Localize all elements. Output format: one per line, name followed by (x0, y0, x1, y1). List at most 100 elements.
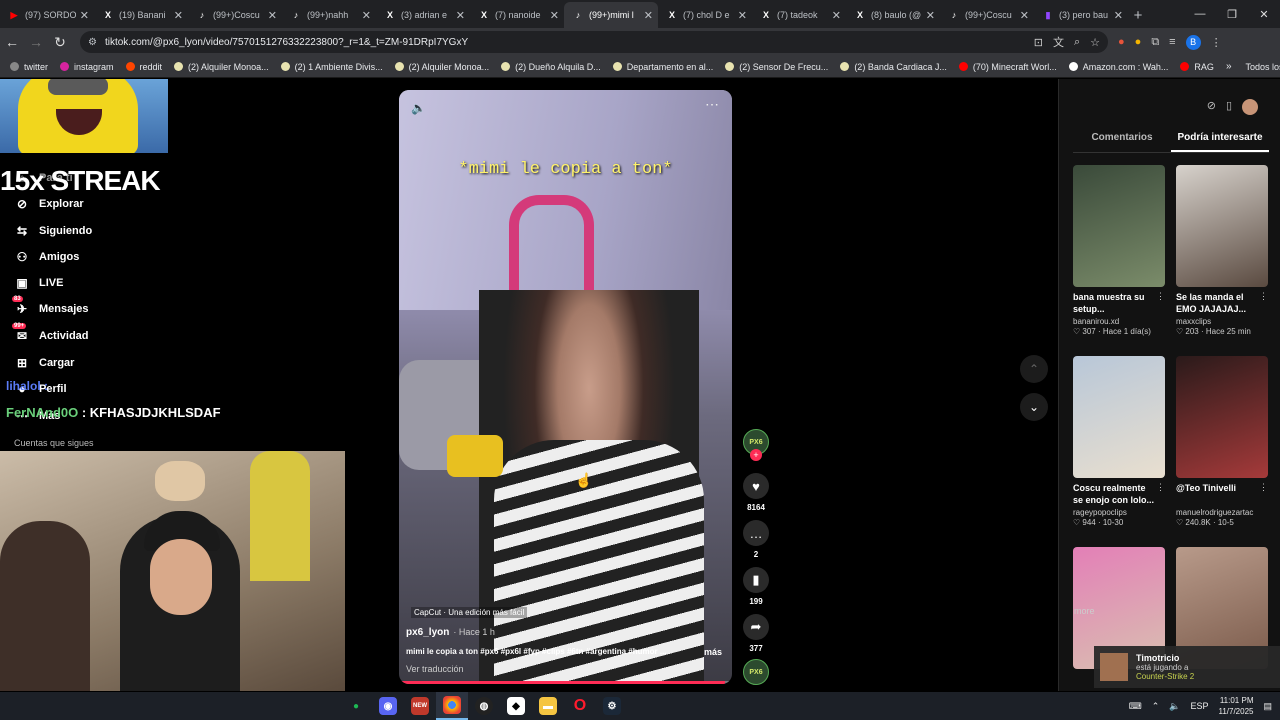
card-author[interactable]: bananirou.xd (1073, 317, 1165, 326)
translate-link[interactable]: Ver traducción (406, 664, 464, 674)
browser-tab[interactable]: X (7) nanoide ✕ (470, 2, 564, 28)
tab-comments[interactable]: Comentarios (1073, 129, 1171, 152)
notifications-icon[interactable]: ▤ (1263, 701, 1272, 712)
tray-chevron-icon[interactable]: ⌃ (1152, 701, 1160, 712)
bookmark-item[interactable]: instagram (60, 62, 114, 72)
media-icon[interactable]: ≡ (1169, 36, 1175, 48)
card-title[interactable]: Coscu realmente se enojo con lolo... (1073, 482, 1165, 506)
bookmark-item[interactable]: (2) Sensor De Frecu... (725, 62, 828, 72)
bookmark-star-icon[interactable]: ☆ (1090, 36, 1100, 49)
more-description-button[interactable]: más (704, 647, 722, 657)
music-disc[interactable]: PX6 (742, 659, 770, 685)
back-icon[interactable]: ← (0, 34, 24, 50)
new-tab-button[interactable]: + (1128, 2, 1148, 28)
site-info-icon[interactable]: ⚙ (88, 37, 97, 48)
taskbar-discord[interactable]: ◉ (372, 692, 404, 720)
sidebar-item-actividad[interactable]: ✉ 99+ Actividad (12, 323, 89, 344)
taskbar-app-red[interactable]: NEW (404, 692, 436, 720)
video-progress-bar[interactable] (399, 681, 732, 684)
author-avatar-action[interactable]: PX6 + (742, 429, 770, 461)
save-action[interactable]: ▮ 199 (742, 567, 770, 606)
close-tab-icon[interactable]: ✕ (362, 9, 371, 22)
url-bar[interactable]: ⚙ tiktok.com/@px6_lyon/video/75701512763… (80, 31, 1108, 53)
sidebar-item-siguiendo[interactable]: ⇆ Siguiendo (14, 223, 92, 239)
heart-icon[interactable]: ♥ (743, 473, 769, 499)
capcut-label[interactable]: CapCut · Una edición más fácil (411, 607, 528, 618)
close-tab-icon[interactable]: ✕ (174, 9, 183, 22)
close-tab-icon[interactable]: ✕ (550, 9, 559, 22)
comment-icon[interactable]: … (743, 520, 769, 546)
card-title[interactable]: Se las manda el EMO JAJAJAJ... (1176, 291, 1268, 315)
volume-icon[interactable]: 🔈 (411, 101, 426, 115)
close-tab-icon[interactable]: ✕ (1020, 9, 1029, 22)
video-player[interactable]: *mimi le copia a ton* 🔈 ⋯ CapCut · Una e… (399, 90, 732, 684)
browser-tab[interactable]: ▮ (3) pero bau ✕ (1034, 2, 1128, 28)
bookmark-item[interactable]: reddit (125, 62, 162, 72)
close-tab-icon[interactable]: ✕ (926, 9, 935, 22)
video-author[interactable]: px6_lyon · Hace 1 h (406, 627, 495, 638)
like-action[interactable]: ♥ 8164 (742, 473, 770, 512)
extension-icon[interactable]: ● (1118, 36, 1125, 48)
sidebar-item-amigos[interactable]: ⚇ Amigos (14, 249, 80, 265)
browser-tab[interactable]: X (7) chol D e ✕ (658, 2, 752, 28)
bookmark-item[interactable]: twitter (10, 62, 48, 72)
taskbar-chrome[interactable] (436, 692, 468, 720)
card-menu-icon[interactable]: ⋮ (1156, 291, 1165, 302)
phone-icon[interactable]: ▯ (1226, 99, 1232, 115)
close-tab-icon[interactable]: ✕ (644, 9, 653, 22)
keyboard-icon[interactable]: ⌨ (1129, 701, 1142, 712)
browser-tab[interactable]: X (3) adrian e ✕ (376, 2, 470, 28)
browser-tab[interactable]: ♪ (99+)mimi l ✕ (564, 2, 658, 28)
video-menu-icon[interactable]: ⋯ (705, 96, 720, 113)
bookmark-item[interactable]: (70) Minecraft Worl... (958, 62, 1057, 72)
sidebar-item-cargar[interactable]: ⊞ Cargar (14, 355, 75, 371)
zoom-icon[interactable]: ⌕ (1074, 36, 1080, 49)
previous-video-button[interactable]: ⌃ (1020, 355, 1048, 383)
card-author[interactable]: manuelrodriguezartac (1176, 508, 1268, 517)
sidebar-item-live[interactable]: ▣ LIVE (14, 275, 63, 291)
bookmark-item[interactable]: Departamento en al... (612, 62, 713, 72)
language-indicator[interactable]: ESP (1190, 701, 1208, 711)
bookmark-item[interactable]: RAG (1180, 62, 1214, 72)
suggested-video-card[interactable]: Se las manda el EMO JAJAJAJ... ⋮ maxxcli… (1176, 165, 1268, 336)
profile-avatar[interactable]: B (1185, 34, 1201, 50)
next-video-button[interactable]: ⌄ (1020, 393, 1048, 421)
volume-tray-icon[interactable]: 🔈 (1169, 701, 1180, 712)
browser-tab[interactable]: ♪ (99+)Coscu ✕ (188, 2, 282, 28)
card-title[interactable]: @Teo Tinivelli (1176, 482, 1268, 506)
coins-icon[interactable]: ⊘ (1207, 99, 1216, 115)
card-author[interactable]: maxxclips (1176, 317, 1268, 326)
card-menu-icon[interactable]: ⋮ (1259, 482, 1268, 493)
browser-menu-icon[interactable]: ⋮ (1211, 36, 1222, 49)
bookmark-item[interactable]: (2) Banda Cardiaca J... (840, 62, 947, 72)
url-text[interactable]: tiktok.com/@px6_lyon/video/7570151276332… (105, 37, 1024, 48)
extensions-puzzle-icon[interactable]: ⧉ (1151, 36, 1159, 49)
card-menu-icon[interactable]: ⋮ (1156, 482, 1165, 493)
install-icon[interactable]: ⊡ (1034, 36, 1043, 49)
browser-tab[interactable]: X (19) Banani ✕ (94, 2, 188, 28)
video-thumbnail[interactable] (1176, 165, 1268, 287)
forward-icon[interactable]: → (24, 34, 48, 50)
comment-action[interactable]: … 2 (742, 520, 770, 559)
browser-tab[interactable]: X (7) tadeok ✕ (752, 2, 846, 28)
video-thumbnail[interactable] (1073, 165, 1165, 287)
taskbar-app-epic[interactable]: ◆ (500, 692, 532, 720)
taskbar-opera[interactable]: O (564, 692, 596, 720)
sidebar-item-mensajes[interactable]: ✈ 83 Mensajes (12, 296, 89, 317)
author-name[interactable]: px6_lyon (406, 627, 449, 638)
close-window-button[interactable]: ✕ (1248, 0, 1280, 28)
taskbar-steam[interactable]: ⚙ (596, 692, 628, 720)
close-tab-icon[interactable]: ✕ (1114, 9, 1123, 22)
sidebar-item-para-ti[interactable]: ⌂ Para ti (14, 170, 72, 186)
bookmarks-overflow-icon[interactable]: » (1226, 61, 1232, 72)
translate-icon[interactable]: 文 (1053, 34, 1064, 50)
follow-plus-icon[interactable]: + (750, 449, 762, 461)
bookmark-icon[interactable]: ▮ (743, 567, 769, 593)
share-action[interactable]: ➦ 377 (742, 614, 770, 653)
browser-tab[interactable]: ♪ (99+)nahh ✕ (282, 2, 376, 28)
taskbar-obs[interactable]: ◍ (468, 692, 500, 720)
close-tab-icon[interactable]: ✕ (456, 9, 465, 22)
bookmark-item[interactable]: (2) Alquiler Monoa... (394, 62, 489, 72)
video-thumbnail[interactable] (1176, 356, 1268, 478)
card-menu-icon[interactable]: ⋮ (1259, 291, 1268, 302)
